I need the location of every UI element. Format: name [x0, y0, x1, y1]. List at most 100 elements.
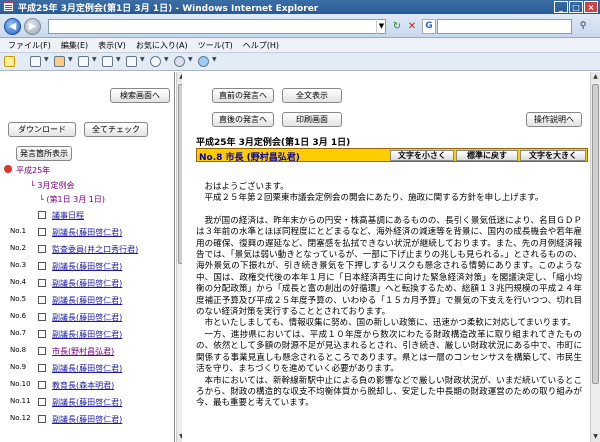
speaker-link[interactable]: 副議長(藤田啓仁君) [52, 397, 122, 408]
item-checkbox[interactable] [38, 313, 46, 321]
list-item: No.2 監査委員(井之口秀行君) [0, 244, 175, 258]
item-checkbox[interactable] [38, 279, 46, 287]
page-dropdown-icon[interactable]: ▼ [140, 56, 145, 63]
page-icon[interactable] [126, 56, 137, 67]
speaker-link[interactable]: 副議長(藤田啓仁君) [52, 312, 122, 323]
print-icon[interactable] [102, 56, 113, 67]
mail-dropdown-icon[interactable]: ▼ [92, 56, 97, 63]
speaker-link[interactable]: 副議長(藤田啓仁君) [52, 329, 122, 340]
minimize-button[interactable]: _ [554, 1, 568, 13]
address-dropdown-icon[interactable]: ▼ [376, 19, 386, 34]
item-number: No.9 [10, 363, 27, 371]
next-speech-button[interactable]: 直後の発言へ [212, 112, 274, 127]
tree-session-label: 3月定例会 [37, 181, 75, 190]
menu-view[interactable]: 表示(V) [98, 40, 126, 51]
speech-text: おはようございます。 平成２５年第２回栗東市議会定例会の開会にあたり、施政に関す… [196, 182, 582, 410]
favorites-star-icon[interactable] [4, 56, 15, 67]
help-icon[interactable] [198, 56, 209, 67]
item-checkbox[interactable] [38, 364, 46, 372]
menu-edit[interactable]: 編集(E) [61, 40, 88, 51]
right-scrollbar[interactable]: ▲ ▼ [590, 72, 600, 442]
menu-bar: ファイル(F) 編集(E) 表示(V) お気に入り(A) ツール(T) ヘルプ(… [0, 38, 600, 53]
item-number: No.8 [10, 346, 27, 354]
safety-icon[interactable] [150, 56, 161, 67]
forward-button[interactable]: ▶ [24, 18, 41, 35]
font-smaller-button[interactable]: 文字を小さく [390, 150, 454, 161]
search-provider-icon[interactable]: G [422, 19, 436, 34]
item-checkbox[interactable] [38, 381, 46, 389]
tools-dropdown-icon[interactable]: ▼ [188, 56, 193, 63]
menu-favorites[interactable]: お気に入り(A) [136, 40, 188, 51]
speaker-link[interactable]: 副議長(藤田啓仁君) [52, 227, 122, 238]
search-icon[interactable]: ⚲ [575, 19, 591, 34]
tree-day[interactable]: └ (第1日 3月 1日) [39, 194, 105, 205]
agenda-link[interactable]: 議事日程 [52, 210, 84, 221]
feeds-dropdown-icon[interactable]: ▼ [68, 56, 73, 63]
check-all-button[interactable]: 全てチェック [84, 122, 148, 137]
tree-expand-icon[interactable] [4, 165, 12, 173]
speaker-link[interactable]: 副議長(藤田啓仁君) [52, 295, 122, 306]
speaker-link[interactable]: 監査委員(井之口秀行君) [52, 244, 138, 255]
speaker-link[interactable]: 副議長(藤田啓仁君) [52, 261, 122, 272]
speaker-list-button[interactable]: 発言箇所表示 [16, 146, 72, 161]
scroll-up-icon[interactable]: ▲ [591, 72, 600, 82]
item-checkbox[interactable] [38, 398, 46, 406]
print-dropdown-icon[interactable]: ▼ [116, 56, 121, 63]
item-checkbox[interactable] [38, 245, 46, 253]
back-button[interactable]: ◀ [4, 18, 21, 35]
speaker-link-current[interactable]: 市長(野村昌弘君) [52, 346, 114, 357]
search-input[interactable] [437, 19, 572, 34]
mail-icon[interactable] [78, 56, 89, 67]
speaker-link[interactable]: 教育長(森本明君) [52, 380, 114, 391]
address-input[interactable] [48, 19, 386, 34]
home-icon[interactable] [30, 56, 41, 67]
font-reset-button[interactable]: 標準に戻す [456, 150, 518, 161]
print-screen-button[interactable]: 印刷画面 [282, 112, 342, 127]
item-checkbox[interactable] [38, 347, 46, 355]
tree-day-label: (第1日 3月 1日) [46, 195, 105, 204]
list-item: No.7 副議長(藤田啓仁君) [0, 329, 175, 343]
refresh-icon[interactable]: ↻ [390, 19, 404, 34]
home-dropdown-icon[interactable]: ▼ [44, 56, 49, 63]
item-number: No.7 [10, 329, 27, 337]
feeds-icon[interactable] [54, 56, 65, 67]
speaker-link[interactable]: 副議長(藤田啓仁君) [52, 278, 122, 289]
tree-session[interactable]: └ 3月定例会 [30, 180, 74, 191]
scroll-down-icon[interactable]: ▼ [591, 432, 600, 442]
menu-tools[interactable]: ツール(T) [198, 40, 233, 51]
safety-dropdown-icon[interactable]: ▼ [164, 56, 169, 63]
item-number: No.10 [10, 380, 31, 388]
left-frame: 検索画面へ ダウンロード 全てチェック 発言箇所表示 平成25年 └ 3月定例会… [0, 72, 175, 442]
item-checkbox[interactable] [38, 296, 46, 304]
list-item: No.10 教育長(森本明君) [0, 380, 175, 394]
paragraph: おはようございます。 [204, 182, 289, 192]
paragraph: 我が国の経済は、昨年末からの円安・株高基調にあるものの、長引く景気低迷により、名… [196, 215, 582, 318]
show-all-button[interactable]: 全文表示 [282, 88, 342, 103]
help-guide-button[interactable]: 操作説明へ [526, 112, 582, 127]
item-checkbox[interactable] [38, 262, 46, 270]
agenda-checkbox[interactable] [38, 211, 46, 219]
speaker-link[interactable]: 副議長(藤田啓仁君) [52, 414, 122, 425]
prev-speech-button[interactable]: 直前の発言へ [212, 88, 274, 103]
download-button[interactable]: ダウンロード [8, 122, 76, 137]
menu-file[interactable]: ファイル(F) [8, 40, 51, 51]
window-title: 平成25年 3月定例会(第1日 3月 1日) - Windows Interne… [18, 3, 319, 14]
window-titlebar: 平成25年 3月定例会(第1日 3月 1日) - Windows Interne… [0, 0, 600, 14]
close-button[interactable]: × [584, 1, 598, 13]
search-screen-button[interactable]: 検索画面へ [110, 88, 170, 103]
item-checkbox[interactable] [38, 415, 46, 423]
list-item: No.4 副議長(藤田啓仁君) [0, 278, 175, 292]
item-checkbox[interactable] [38, 330, 46, 338]
tree-year[interactable]: 平成25年 [16, 165, 50, 176]
tools-gear-icon[interactable] [174, 56, 185, 67]
stop-icon[interactable]: ✕ [405, 19, 419, 34]
item-checkbox[interactable] [38, 228, 46, 236]
item-number: No.11 [10, 397, 31, 405]
speaker-link[interactable]: 副議長(藤田啓仁君) [52, 363, 122, 374]
menu-help[interactable]: ヘルプ(H) [243, 40, 279, 51]
scroll-thumb[interactable] [592, 84, 599, 384]
font-larger-button[interactable]: 文字を大きく [520, 150, 586, 161]
meeting-title: 平成25年 3月定例会(第1日 3月 1日) [196, 138, 351, 148]
maximize-button[interactable]: □ [569, 1, 583, 13]
help-dropdown-icon[interactable]: ▼ [212, 56, 217, 63]
